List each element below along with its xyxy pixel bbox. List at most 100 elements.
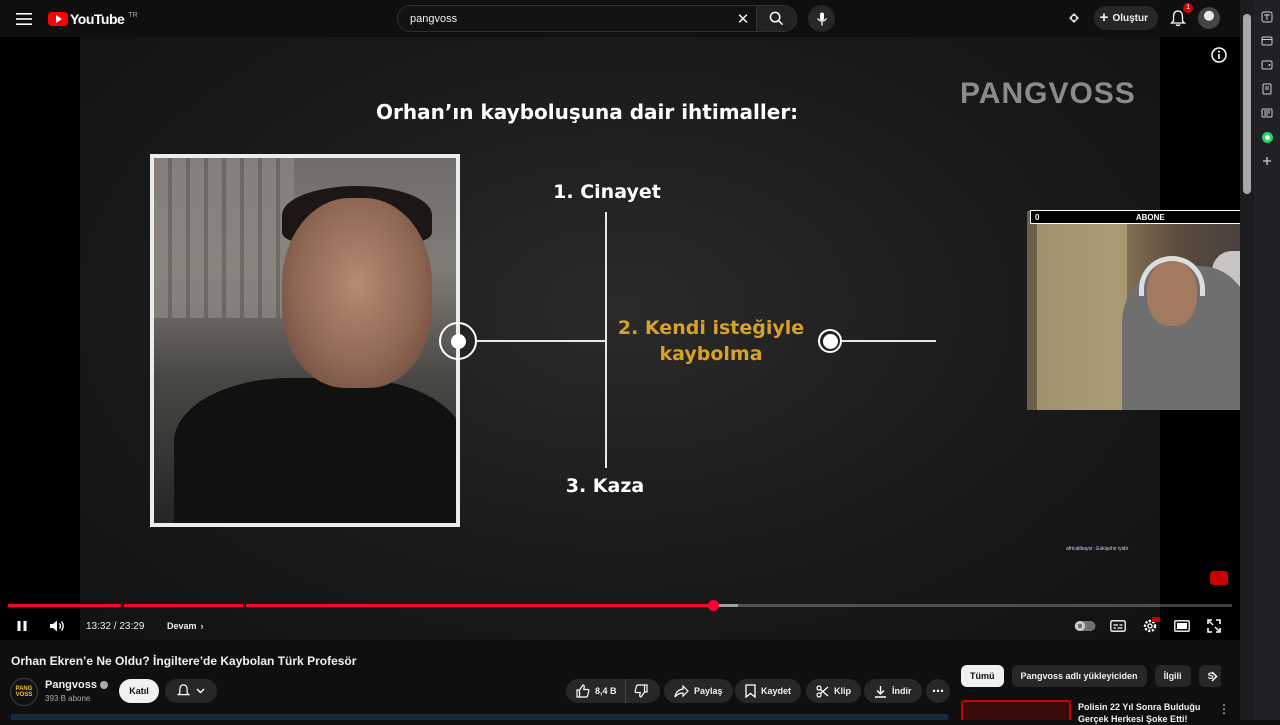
search-box: ✕ [397,5,797,32]
bookmark-icon [745,684,756,698]
extension-icon[interactable] [1062,6,1086,30]
sub-goal-start: 0 [1035,212,1040,222]
thumbs-up-icon [576,684,590,698]
share-icon [674,684,689,697]
chips-next-button[interactable] [1204,666,1224,686]
subscription-bell-button[interactable] [165,679,217,703]
recommendation-thumbnail[interactable] [961,700,1071,720]
recommendation-title[interactable]: Polisin 22 Yıl Sonra Bulduğu Gerçek Herk… [1078,701,1206,725]
channel-name[interactable]: Pangvoss [45,679,108,691]
notes-icon[interactable] [1258,80,1276,98]
chapter-gap [243,604,246,607]
subscriber-count: 393 B abone [45,694,91,703]
translate-icon[interactable] [1258,8,1276,26]
slide-title: Orhan’ın kayboluşuna dair ihtimaller: [376,100,799,124]
country-code: TR [128,11,138,19]
join-button[interactable]: Katıl [119,679,159,703]
chip-from-uploader[interactable]: Pangvoss adlı yükleyiciden [1011,665,1147,687]
webcam-overlay [1027,210,1240,410]
filter-chips: Tümü Pangvoss adlı yükleyiciden İlgili S [961,665,1221,687]
add-icon[interactable] [1258,152,1276,170]
time-display: 13:32 / 23:29 [86,620,145,632]
player-controls: 13:32 / 23:29 Devam › [0,613,1240,640]
played-bar [8,604,714,607]
microphone-icon [816,12,827,25]
menu-icon[interactable] [12,8,36,30]
logo-text: YouTube [70,11,125,27]
volume-icon [49,620,64,632]
notifications-button[interactable]: 1 [1166,3,1193,30]
pause-button[interactable] [12,615,32,637]
page-scrollbar[interactable] [1240,0,1254,720]
video-player[interactable]: PANGVOSS Orhan’ın kayboluşuna dair ihtim… [0,37,1240,640]
fullscreen-button[interactable] [1204,615,1224,637]
option-murder: 1. Cinayet [553,181,661,203]
top-bar: YouTube TR ✕ + Oluştur 1 [0,0,1240,37]
option-2-line-2: kaybolma [659,343,763,365]
thumbs-down-icon [634,684,648,698]
browser-side-rail [1254,0,1280,720]
subscriber-goal-bar: 0 ABONE 15 [1030,210,1240,224]
chevron-down-icon [196,688,205,694]
share-label: Paylaş [694,686,723,696]
chevron-right-icon: › [200,621,204,631]
download-label: İndir [892,686,912,696]
recommendation-menu-button[interactable]: ⋮ [1218,701,1230,717]
news-icon[interactable] [1258,104,1276,122]
youtube-play-icon [48,12,68,26]
youtube-logo[interactable]: YouTube TR [48,11,138,27]
dislike-button[interactable] [626,679,658,703]
diagram-node-left [439,322,477,360]
account-avatar[interactable] [1198,7,1220,29]
chapter-gap [120,604,124,607]
search-input[interactable] [398,6,730,31]
info-icon[interactable] [1210,46,1228,64]
person-photo [150,154,460,527]
description-box-edge [11,714,948,720]
like-button[interactable]: 8,4 B [566,679,626,703]
chip-all[interactable]: Tümü [961,665,1004,687]
connector-line [842,340,936,342]
clip-button[interactable]: Klip [806,679,861,703]
option-voluntary-disappearance: 2. Kendi isteğiyle kaybolma [606,315,816,367]
create-button[interactable]: + Oluştur [1093,6,1158,30]
diagram-node-right [818,329,842,353]
bell-icon [177,684,190,696]
download-button[interactable]: İndir [864,679,922,703]
settings-button[interactable] [1140,615,1160,637]
clear-search-icon[interactable]: ✕ [730,6,756,31]
create-label: Oluştur [1112,12,1148,24]
voice-search-button[interactable] [808,5,835,32]
subtitles-button[interactable] [1108,615,1128,637]
scrollbar-thumb[interactable] [1243,14,1251,194]
hd-badge [1152,617,1160,622]
miniplayer-icon [1174,620,1190,632]
tab-icon[interactable] [1258,32,1276,50]
autoplay-toggle[interactable] [1074,615,1096,637]
search-button[interactable] [756,6,796,31]
continue-chapter-button[interactable]: Devam › [167,615,204,637]
video-title: Orhan Ekren’e Ne Oldu? İngiltere’de Kayb… [11,654,357,668]
chat-message: africalibaysi : Eskişehir iyidir [1066,546,1129,552]
chevron-right-icon [1210,670,1218,682]
share-button[interactable]: Paylaş [664,679,733,703]
channel-name-text[interactable]: Pangvoss [45,679,97,691]
chip-related[interactable]: İlgili [1154,665,1191,687]
save-button[interactable]: Kaydet [735,679,802,703]
search-icon [769,11,784,26]
more-actions-button[interactable]: ⋯ [926,679,950,703]
volume-button[interactable] [46,615,68,637]
channel-avatar[interactable]: PANG VOSS [10,678,38,706]
plus-icon: + [1099,9,1109,26]
scissors-icon [816,684,829,698]
wallet-icon[interactable] [1258,56,1276,74]
clip-label: Klip [834,686,851,696]
pause-icon [17,621,27,631]
notification-badge: 1 [1183,3,1193,13]
progress-bar[interactable] [8,600,1232,611]
bell-icon [1170,9,1186,26]
progress-scrubber[interactable] [708,600,720,611]
youtube-overlay-icon[interactable] [1210,571,1228,585]
miniplayer-button[interactable] [1172,615,1192,637]
whatsapp-icon[interactable] [1258,128,1276,146]
